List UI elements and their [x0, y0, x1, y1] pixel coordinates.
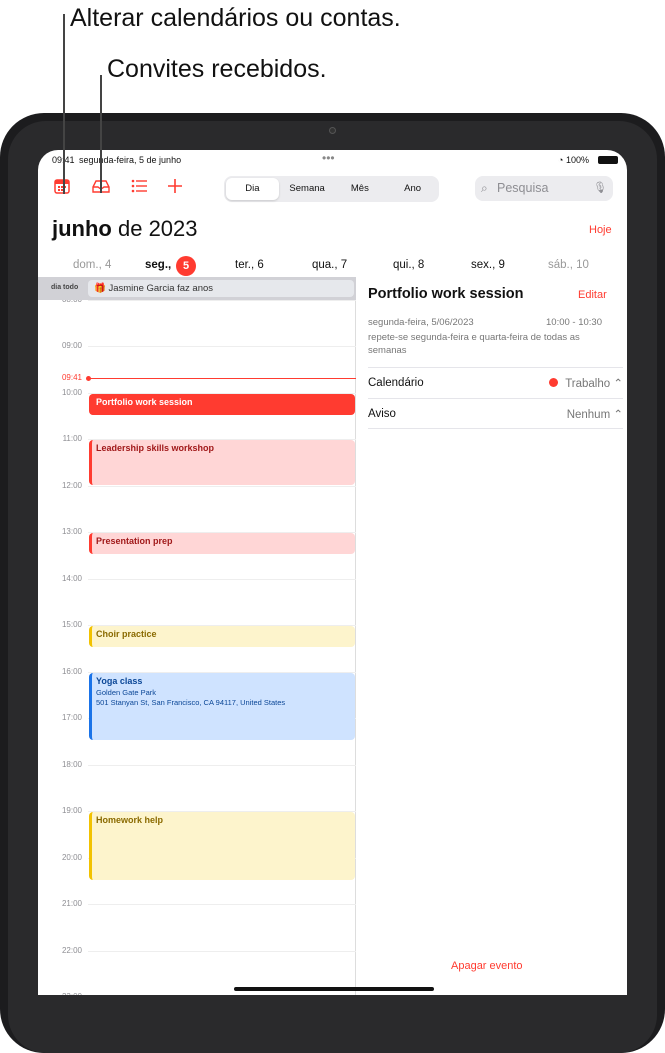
event-yoga-class[interactable]: Yoga class Golden Gate Park 501 Stanyan St… — [89, 672, 355, 741]
detail-title: Portfolio work session — [368, 286, 524, 302]
plus-icon[interactable] — [168, 179, 182, 193]
calendar-app: 09:41 segunda-feira, 5 de junho ••• ◔ 10… — [38, 150, 627, 995]
alert-label: Aviso — [368, 407, 396, 420]
event-title: Yoga class — [96, 675, 143, 686]
event-presentation-prep[interactable]: Presentation prep — [89, 533, 355, 555]
event-homework-help[interactable]: Homework help — [89, 812, 355, 880]
tab-week[interactable]: Semana — [281, 178, 334, 200]
home-indicator — [234, 987, 434, 991]
hour-label: 22:00 — [61, 945, 82, 955]
status-date: segunda-feira, 5 de junho — [79, 155, 182, 165]
camera — [329, 127, 336, 134]
day-mon[interactable]: seg., — [145, 259, 171, 271]
alert-row[interactable]: Aviso Nenhum ⌃ — [368, 398, 623, 429]
event-title: Leadership skills workshop — [96, 443, 215, 453]
today-button[interactable]: Hoje — [589, 224, 612, 236]
event-title: Portfolio work session — [96, 396, 193, 407]
day-sun[interactable]: dom., 4 — [73, 259, 111, 271]
day-tue[interactable]: ter., 6 — [235, 259, 264, 271]
hour-label: 10:00 — [61, 387, 82, 397]
callout-inbox: Convites recebidos. — [107, 55, 327, 83]
event-address: 501 Stanyan St, San Francisco, CA 94117,… — [96, 697, 286, 707]
delete-event-button[interactable]: Apagar evento — [451, 960, 523, 972]
hour-label: 14:00 — [61, 573, 82, 583]
tab-year[interactable]: Ano — [386, 178, 439, 200]
callout-calendars: Alterar calendários ou contas. — [70, 4, 401, 32]
event-choir-practice[interactable]: Choir practice — [89, 626, 355, 648]
list-icon[interactable] — [131, 179, 147, 193]
day-thu[interactable]: qui., 8 — [393, 259, 424, 271]
tab-month[interactable]: Mês — [334, 178, 387, 200]
event-title: Homework help — [96, 815, 164, 825]
alert-value: Nenhum — [566, 408, 611, 421]
hour-label: 11:00 — [62, 434, 82, 443]
all-day-event[interactable]: 🎁 Jasmine Garcia faz anos — [88, 280, 354, 297]
search-input[interactable]: ⌕ Pesquisa 🎙 — [475, 176, 613, 201]
event-portfolio-work-session[interactable]: Portfolio work session — [89, 393, 355, 415]
battery-label: ◔ 100% — [558, 155, 589, 165]
detail-date: segunda-feira, 5/06/2023 — [368, 317, 474, 328]
view-switcher: Dia Semana Mês Ano — [224, 176, 439, 202]
callout-line-calendars — [63, 14, 65, 194]
hour-label: 20:00 — [61, 852, 82, 862]
all-day-label: dia todo — [51, 284, 79, 291]
calendar-icon[interactable] — [54, 179, 70, 194]
calendar-label: Calendário — [368, 377, 424, 389]
event-title: Presentation prep — [96, 536, 173, 546]
detail-time: 10:00 - 10:30 — [546, 317, 602, 328]
all-day-row: dia todo 🎁 Jasmine Garcia faz anos — [38, 277, 356, 300]
multitask-dots[interactable]: ••• — [322, 151, 335, 165]
day-wed[interactable]: qua., 7 — [312, 259, 347, 271]
calendar-color-dot — [549, 378, 559, 387]
gift-icon: 🎁 — [94, 283, 106, 294]
day-timeline[interactable]: 08:0009:0010:0011:0012:0013:0014:0015:00… — [38, 295, 356, 995]
hour-label: 12:00 — [61, 480, 82, 490]
selected-day-badge[interactable]: 5 — [176, 256, 196, 276]
current-time-label: 09:41 — [61, 372, 82, 382]
day-fri[interactable]: sex., 9 — [471, 259, 505, 271]
tab-day[interactable]: Dia — [226, 178, 279, 200]
hour-label: 16:00 — [61, 666, 82, 676]
hour-label: 15:00 — [61, 620, 82, 629]
event-detail-panel: Portfolio work session Editar segunda-fe… — [358, 277, 627, 995]
search-icon: ⌕ — [481, 181, 488, 195]
hour-label: 19:00 — [61, 806, 82, 815]
day-sat[interactable]: sáb., 10 — [548, 259, 589, 271]
page-title: junho de 2023 — [52, 216, 198, 241]
hour-label: 21:00 — [61, 899, 82, 908]
event-title: Choir practice — [96, 629, 157, 639]
hour-label: 17:00 — [61, 713, 82, 722]
hour-label: 13:00 — [61, 527, 82, 536]
calendar-row[interactable]: Calendário Trabalho ⌃ — [368, 367, 623, 398]
hour-label: 23:00 — [38, 992, 82, 995]
chevron-updown-icon: ⌃ — [613, 408, 623, 421]
callout-line-inbox — [100, 75, 102, 193]
detail-repeat: repete-se segunda-feira e quarta-feira d… — [368, 332, 580, 356]
microphone-icon[interactable]: 🎙 — [593, 176, 607, 201]
edit-button[interactable]: Editar — [578, 289, 607, 301]
chevron-updown-icon: ⌃ — [613, 378, 623, 390]
event-leadership-skills-workshop[interactable]: Leadership skills workshop — [89, 440, 355, 485]
hour-label: 09:00 — [61, 341, 82, 350]
hour-label: 18:00 — [61, 759, 82, 769]
battery-icon — [598, 156, 618, 164]
search-placeholder: Pesquisa — [497, 181, 549, 195]
calendar-value: Trabalho — [565, 378, 611, 390]
event-location: Golden Gate Park — [96, 687, 157, 697]
all-day-event-title: Jasmine Garcia faz anos — [108, 283, 214, 294]
week-strip: dom., 4 seg., 5 ter., 6 qua., 7 qui., 8 … — [38, 256, 627, 276]
